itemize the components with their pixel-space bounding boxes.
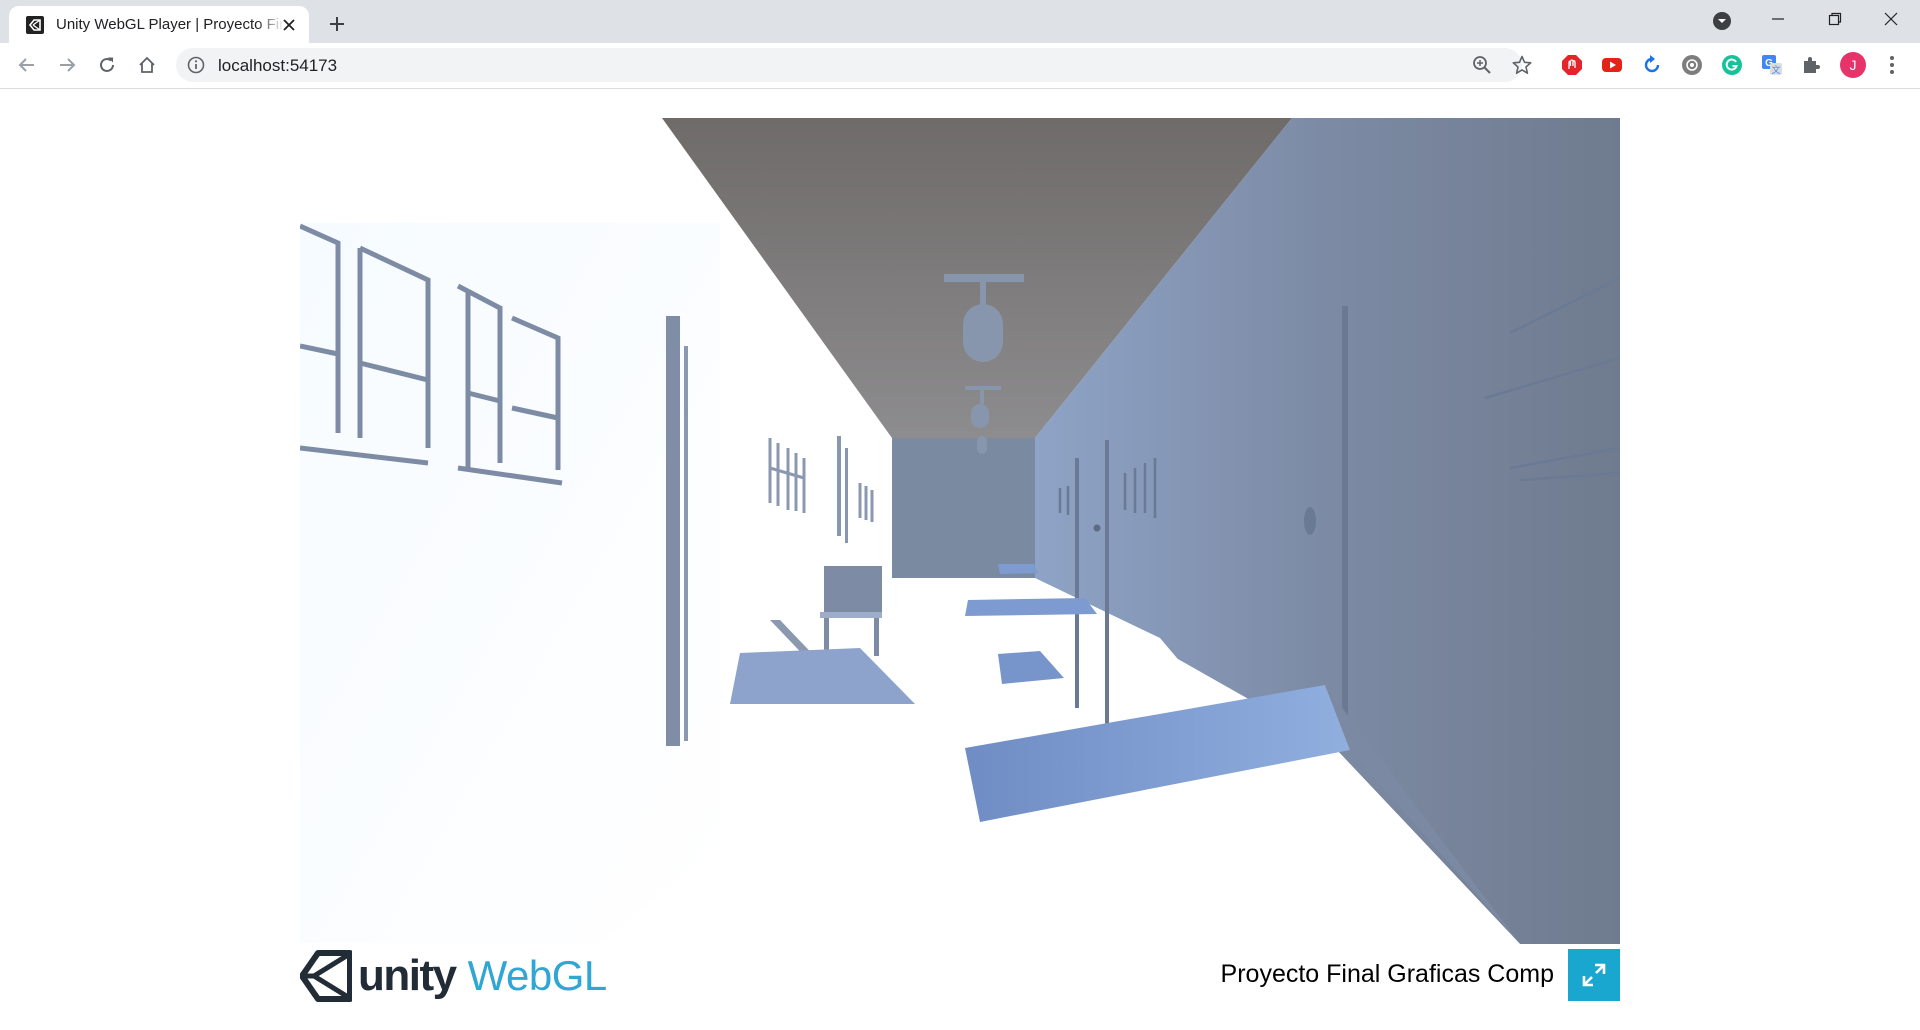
arrow-right-icon	[60, 58, 76, 72]
profile-avatar[interactable]: J	[1840, 52, 1866, 78]
browser-tab[interactable]: Unity WebGL Player | Proyecto Final Graf…	[9, 6, 309, 43]
grammarly-icon[interactable]	[1720, 53, 1744, 77]
url-text[interactable]: localhost:54173	[218, 56, 337, 76]
kebab-menu-icon[interactable]	[1880, 53, 1904, 77]
tab-title: Unity WebGL Player | Proyecto Final Graf…	[56, 16, 284, 33]
puzzle-icon[interactable]	[1800, 53, 1824, 77]
unity-icon	[300, 950, 352, 1002]
close-icon	[1884, 12, 1898, 26]
minimize-icon	[1772, 18, 1784, 20]
translate-icon[interactable]: G文	[1760, 53, 1784, 77]
project-title: Proyecto Final Graficas Comp	[1220, 960, 1554, 988]
info-icon[interactable]	[186, 55, 206, 75]
window-close-button[interactable]	[1862, 0, 1920, 38]
unity-webgl-logo: unity WebGL	[300, 949, 607, 1003]
forward-button[interactable]	[51, 49, 83, 81]
minimize-button[interactable]	[1749, 0, 1807, 38]
unity-icon	[25, 15, 45, 35]
sync-icon[interactable]	[1640, 53, 1664, 77]
svg-text:文: 文	[1771, 64, 1780, 75]
youtube-icon[interactable]	[1600, 53, 1624, 77]
zoom-icon[interactable]	[1470, 53, 1494, 77]
reload-icon	[100, 57, 114, 72]
home-button[interactable]	[131, 49, 163, 81]
close-icon[interactable]	[279, 15, 299, 35]
corridor-scene	[300, 118, 1620, 944]
fullscreen-button[interactable]	[1568, 949, 1620, 1001]
logo-unity-text: unity	[358, 951, 457, 1000]
address-bar[interactable]: localhost:54173	[176, 48, 1532, 82]
logo-webgl-text: WebGL	[467, 952, 608, 999]
home-icon	[139, 56, 155, 73]
fullscreen-icon	[1582, 963, 1606, 987]
adblock-icon[interactable]	[1560, 53, 1584, 77]
bookmark-star-icon[interactable]	[1510, 53, 1534, 77]
camera-extension-icon[interactable]	[1680, 53, 1704, 77]
browser-toolbar: localhost:54173 G文 J	[0, 43, 1920, 89]
restore-icon	[1828, 12, 1842, 26]
reload-button[interactable]	[91, 49, 123, 81]
unity-game-canvas[interactable]	[300, 118, 1620, 944]
restore-button[interactable]	[1806, 0, 1864, 38]
new-tab-button[interactable]	[322, 9, 352, 39]
back-button[interactable]	[11, 49, 43, 81]
arrow-left-icon	[18, 58, 34, 72]
tab-strip: Unity WebGL Player | Proyecto Final Graf…	[0, 0, 1920, 43]
tab-search-button[interactable]	[1709, 8, 1735, 34]
